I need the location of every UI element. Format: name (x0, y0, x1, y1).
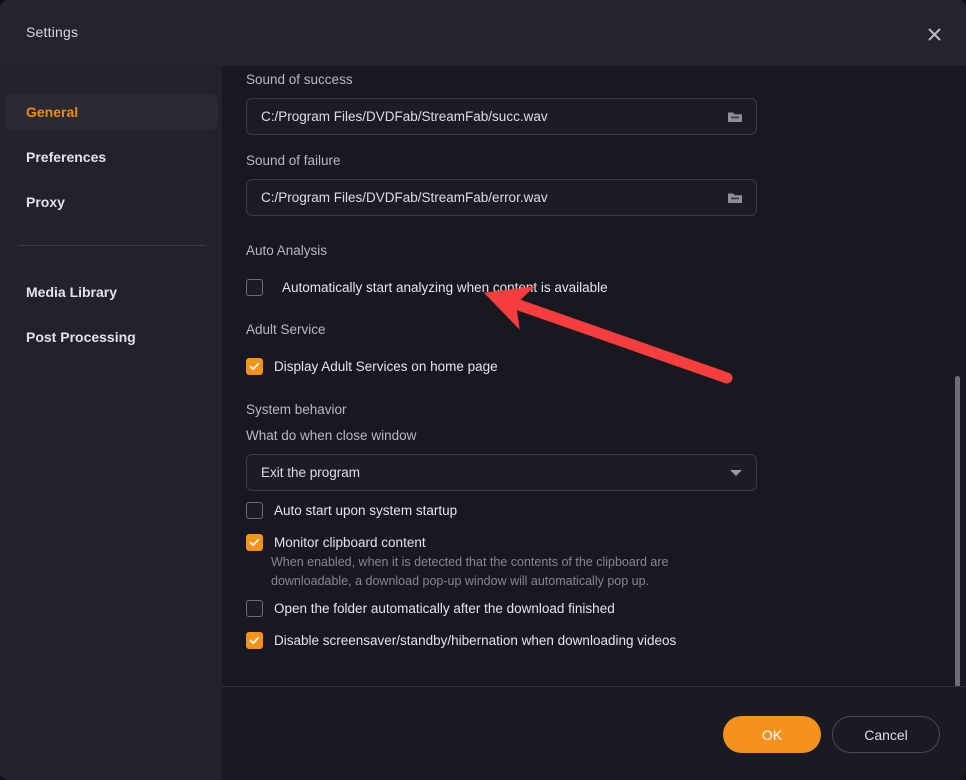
folder-icon[interactable] (726, 189, 744, 207)
sidebar-divider (18, 245, 206, 246)
disable-screensaver-checkbox-row[interactable]: Disable screensaver/standby/hibernation … (246, 630, 676, 650)
sound-of-success-value: C:/Program Files/DVDFab/StreamFab/succ.w… (261, 109, 548, 124)
sound-of-success-field[interactable]: C:/Program Files/DVDFab/StreamFab/succ.w… (246, 98, 757, 135)
auto-analysis-label: Auto Analysis (246, 243, 328, 258)
sidebar-item-media-library[interactable]: Media Library (5, 274, 218, 310)
monitor-clipboard-checkbox-label: Monitor clipboard content (274, 534, 426, 550)
system-behavior-label: System behavior (246, 402, 347, 417)
folder-icon[interactable] (726, 108, 744, 126)
sidebar-item-label: Proxy (26, 194, 65, 210)
sidebar-item-label: Preferences (26, 149, 107, 165)
checkbox-unchecked-icon[interactable] (246, 599, 263, 617)
monitor-clipboard-help-text: When enabled, when it is detected that t… (271, 555, 669, 588)
monitor-clipboard-checkbox-row[interactable]: Monitor clipboard content (246, 532, 426, 552)
cancel-button[interactable]: Cancel (832, 716, 940, 753)
sidebar-item-preferences[interactable]: Preferences (5, 139, 218, 175)
close-window-selected-value: Exit the program (261, 465, 361, 480)
sidebar: General Preferences Proxy Media Library … (0, 66, 222, 780)
adult-service-checkbox-row[interactable]: Display Adult Services on home page (246, 356, 498, 376)
close-icon[interactable] (920, 20, 948, 48)
sidebar-item-label: Media Library (26, 284, 118, 300)
settings-content-panel: Sound of success C:/Program Files/DVDFab… (222, 66, 966, 686)
checkbox-unchecked-icon[interactable] (246, 278, 263, 296)
ok-button[interactable]: OK (723, 716, 821, 753)
disable-screensaver-checkbox-label: Disable screensaver/standby/hibernation … (274, 632, 677, 648)
sidebar-item-label: General (26, 104, 79, 120)
sidebar-item-proxy[interactable]: Proxy (5, 184, 218, 220)
checkbox-checked-icon[interactable] (246, 357, 263, 375)
checkbox-unchecked-icon[interactable] (246, 501, 263, 519)
dialog-footer: OK Cancel (222, 686, 966, 780)
auto-analysis-checkbox-label: Automatically start analyzing when conte… (282, 279, 608, 295)
close-window-label: What do when close window (246, 428, 417, 443)
sidebar-item-label: Post Processing (26, 329, 136, 345)
auto-analysis-checkbox-row[interactable]: Automatically start analyzing when conte… (246, 277, 608, 297)
adult-service-label: Adult Service (246, 322, 326, 337)
chevron-down-icon[interactable] (730, 470, 742, 476)
sidebar-item-post-processing[interactable]: Post Processing (5, 319, 218, 355)
checkbox-checked-icon[interactable] (246, 631, 263, 649)
adult-service-checkbox-label: Display Adult Services on home page (274, 358, 498, 374)
sidebar-item-general[interactable]: General (5, 94, 218, 130)
sound-of-success-label: Sound of success (246, 72, 353, 87)
sound-of-failure-value: C:/Program Files/DVDFab/StreamFab/error.… (261, 190, 548, 205)
open-folder-checkbox-row[interactable]: Open the folder automatically after the … (246, 598, 615, 618)
checkbox-checked-icon[interactable] (246, 533, 263, 551)
close-window-dropdown[interactable]: Exit the program (246, 454, 757, 491)
auto-start-checkbox-label: Auto start upon system startup (274, 502, 458, 518)
open-folder-checkbox-label: Open the folder automatically after the … (274, 600, 615, 616)
settings-dialog: Settings General Preferences Proxy Media… (0, 0, 966, 780)
window-title: Settings (26, 24, 79, 40)
scrollbar-thumb[interactable] (955, 376, 960, 689)
sound-of-failure-field[interactable]: C:/Program Files/DVDFab/StreamFab/error.… (246, 179, 757, 216)
sound-of-failure-label: Sound of failure (246, 153, 341, 168)
auto-start-checkbox-row[interactable]: Auto start upon system startup (246, 500, 457, 520)
title-bar: Settings (0, 0, 966, 66)
